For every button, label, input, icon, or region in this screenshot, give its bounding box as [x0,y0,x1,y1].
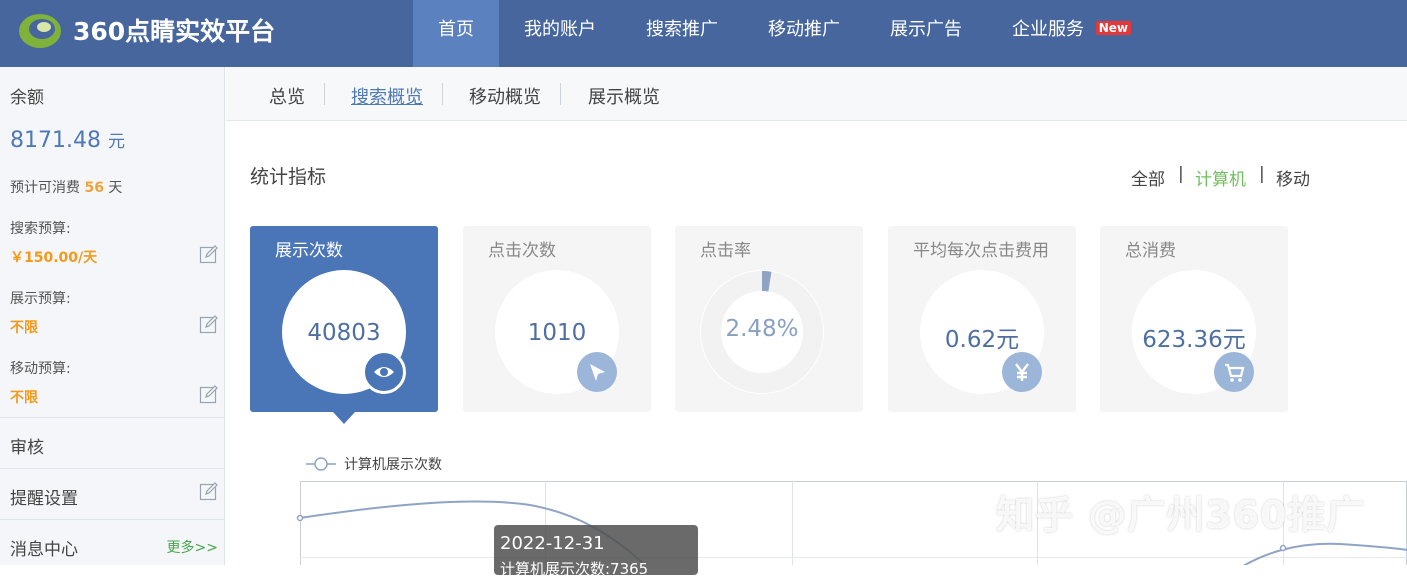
tooltip-value: 计算机展示次数:7365 [500,560,649,578]
line-chart [296,481,1407,565]
tooltip-date: 2022-12-31 [500,533,605,554]
data-point [1279,544,1287,552]
chart-tooltip: 2022-12-31 计算机展示次数:7365 [494,525,698,578]
watermark: 知乎 @广州360推广 [996,493,1366,537]
data-point [296,514,304,522]
